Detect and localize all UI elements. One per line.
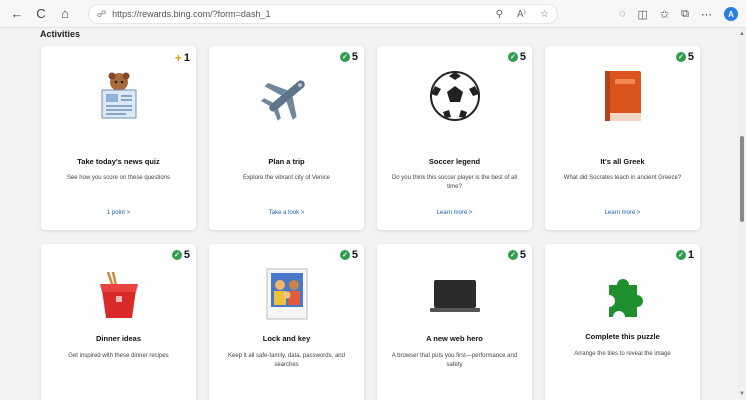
zoom-icon[interactable]: ⚲ (496, 9, 503, 20)
scroll-thumb[interactable] (740, 136, 744, 222)
address-bar-actions: ⚲ A⁾ ☆ (496, 5, 549, 23)
activity-card-puzzle[interactable]: ✓ 1 Complete this puzzle Arrange the til… (545, 244, 700, 400)
refresh-button[interactable]: C (30, 3, 52, 25)
points-badge: ✓ 5 (675, 51, 694, 63)
split-screen-icon[interactable]: ◫ (638, 8, 648, 21)
points-badge: ✓ 1 (675, 249, 694, 261)
card-description: See how you score on these questions (66, 175, 171, 181)
back-button[interactable]: ← (6, 3, 28, 25)
soccer-ball-icon (377, 66, 532, 126)
card-link[interactable]: 1 point > (41, 210, 196, 216)
activity-card-dinner-ideas[interactable]: ✓ 5 Dinner ideas Get inspired with these… (41, 244, 196, 400)
favorites-icon[interactable]: ✩ (660, 8, 669, 21)
rewards-page: Activities + 1 Take today's news quiz Se… (0, 28, 738, 400)
page-scrollbar[interactable]: ▲ ▼ (738, 28, 746, 400)
more-menu-icon[interactable]: ⋯ (701, 8, 712, 21)
lock-icon[interactable]: ☍ (97, 9, 106, 20)
points-badge: ✓ 5 (507, 249, 526, 261)
book-icon (545, 66, 700, 126)
check-icon: ✓ (339, 250, 350, 260)
section-title: Activities (40, 29, 81, 39)
airplane-icon (209, 66, 364, 126)
card-title: A new web hero (426, 334, 483, 343)
card-description: Explore the vibrant city of Venice (242, 175, 331, 181)
card-description: Get inspired with these dinner recipes (68, 353, 169, 359)
home-button[interactable]: ⌂ (54, 3, 76, 25)
laptop-icon (377, 266, 532, 326)
activity-card-all-greek[interactable]: ✓ 5 It's all Greek What did Socrates tea… (545, 46, 700, 230)
check-icon: ✓ (507, 250, 518, 260)
browser-toolbar: ← C ⌂ ☍ https://rewards.bing.com/?form=d… (0, 0, 746, 28)
newspaper-icon (41, 66, 196, 126)
read-aloud-icon[interactable]: A⁾ (517, 9, 526, 20)
browser-actions: ◌ ◫ ✩ ⧉ ⋯ A (619, 3, 738, 25)
extension-icon[interactable]: ◌ (619, 8, 626, 20)
points-badge: ✓ 5 (339, 51, 358, 63)
url-text[interactable]: https://rewards.bing.com/?form=dash_1 (112, 9, 270, 19)
card-description: Arrange the tiles to reveal the image (574, 351, 671, 357)
activity-card-lock-key[interactable]: ✓ 5 Lock and key Keep it all safe-family… (209, 244, 364, 400)
card-title: Dinner ideas (95, 334, 141, 343)
card-title: Plan a trip (268, 157, 305, 166)
card-description: What did Socrates teach in ancient Greec… (563, 175, 682, 181)
check-icon: ✓ (171, 250, 182, 260)
address-bar[interactable]: ☍ https://rewards.bing.com/?form=dash_1 … (88, 4, 558, 24)
profile-avatar[interactable]: A (724, 7, 738, 21)
card-title: Take today's news quiz (77, 157, 160, 166)
nav-buttons: ← C ⌂ (6, 3, 76, 25)
points-badge: + 1 (174, 51, 190, 65)
card-title: Lock and key (262, 334, 311, 343)
card-link[interactable]: Learn more > (545, 210, 700, 216)
card-title: It's all Greek (600, 157, 645, 166)
activity-card-web-hero[interactable]: ✓ 5 A new web hero A browser that puts y… (377, 244, 532, 400)
check-icon: ✓ (675, 52, 686, 62)
card-title: Soccer legend (428, 157, 481, 166)
plus-icon: + (174, 51, 182, 65)
check-icon: ✓ (675, 250, 686, 260)
scroll-down-icon[interactable]: ▼ (738, 390, 746, 398)
card-title: Complete this puzzle (585, 332, 660, 341)
card-description: Keep it all safe-family, data, passwords… (228, 353, 345, 368)
check-icon: ✓ (507, 52, 518, 62)
card-link[interactable]: Take a look > (209, 210, 364, 216)
card-description: A browser that puts you first—performanc… (391, 353, 518, 368)
family-photo-icon (209, 264, 364, 324)
card-link[interactable]: Learn more > (377, 210, 532, 216)
check-icon: ✓ (339, 52, 350, 62)
collections-icon[interactable]: ⧉ (681, 8, 689, 21)
activity-card-news-quiz[interactable]: + 1 Take today's news quiz See how you s… (41, 46, 196, 230)
scroll-up-icon[interactable]: ▲ (738, 30, 746, 38)
puzzle-piece-icon (545, 266, 700, 326)
points-badge: ✓ 5 (339, 249, 358, 261)
activity-card-plan-trip[interactable]: ✓ 5 Plan a trip Explore the vibrant city… (209, 46, 364, 230)
card-description: Do you think this soccer player is the b… (391, 175, 518, 190)
favorite-star-icon[interactable]: ☆ (540, 9, 549, 20)
points-badge: ✓ 5 (507, 51, 526, 63)
points-badge: ✓ 5 (171, 249, 190, 261)
takeout-box-icon (41, 266, 196, 326)
activity-card-soccer-legend[interactable]: ✓ 5 Soccer legend Do you think this socc… (377, 46, 532, 230)
